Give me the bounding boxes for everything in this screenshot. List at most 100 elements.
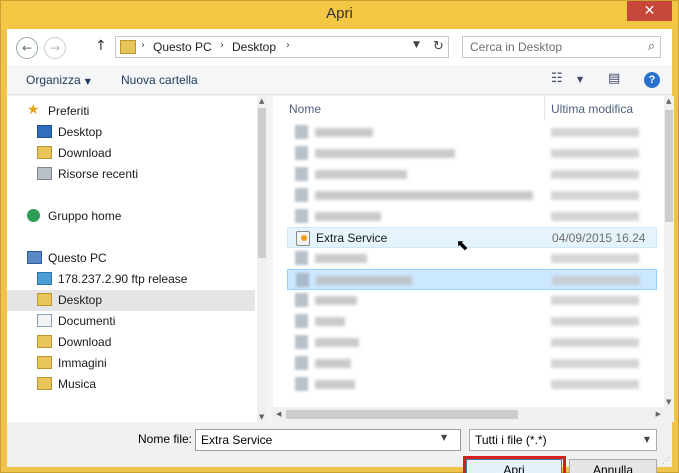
nav-item-label: Desktop: [58, 293, 103, 307]
nav-item-download-fav[interactable]: Download: [7, 143, 255, 164]
desktop-icon: [37, 125, 52, 138]
nav-item-ftp-release[interactable]: 178.237.2.90 ftp release: [7, 269, 255, 290]
scrollbar-thumb[interactable]: [665, 110, 673, 222]
breadcrumb-questo-pc[interactable]: Questo PC: [153, 40, 212, 54]
breadcrumb-separator[interactable]: ›: [220, 40, 224, 51]
breadcrumb-separator[interactable]: ›: [141, 40, 145, 51]
file-icon: [295, 251, 308, 265]
view-options-icon[interactable]: ☷: [551, 71, 563, 86]
star-icon: ★: [27, 102, 40, 118]
folder-icon: [37, 293, 52, 306]
back-button[interactable]: ←: [16, 37, 38, 59]
pictures-icon: [37, 356, 52, 369]
breadcrumb-separator[interactable]: ›: [286, 40, 290, 51]
file-row[interactable]: [287, 374, 657, 395]
open-dialog-window: Apri ✕ ← → ↑ › Questo PC › Desktop › ▼ ↻…: [0, 0, 679, 473]
navigation-scrollbar[interactable]: ▲ ▼: [257, 96, 267, 422]
file-row[interactable]: [287, 248, 657, 269]
new-folder-button[interactable]: Nuova cartella: [121, 73, 198, 87]
file-icon: [295, 377, 308, 391]
recent-icon: [37, 167, 52, 180]
nav-item-immagini[interactable]: Immagini: [7, 353, 255, 374]
file-row[interactable]: [287, 353, 657, 374]
address-row: ← → ↑ › Questo PC › Desktop › ▼ ↻ Cerca …: [7, 29, 672, 65]
scroll-up-icon[interactable]: ▲: [666, 97, 671, 105]
file-list-horizontal-scrollbar[interactable]: ◀ ▶: [273, 407, 664, 422]
file-list-vertical-scrollbar[interactable]: ▲ ▼: [664, 96, 674, 422]
file-row[interactable]: [287, 164, 657, 185]
filename-dropdown-icon[interactable]: ▼: [441, 433, 447, 442]
file-name-redacted: [315, 191, 533, 200]
column-header-date[interactable]: Ultima modifica: [544, 96, 654, 120]
help-icon[interactable]: ?: [644, 72, 660, 88]
preview-pane-icon[interactable]: ▤: [608, 71, 620, 86]
view-dropdown-icon[interactable]: ▼: [577, 75, 583, 84]
file-name-redacted: [315, 212, 381, 221]
nav-item-download[interactable]: Download: [7, 332, 255, 353]
nav-item-label: Gruppo home: [48, 209, 122, 223]
nav-item-musica[interactable]: Musica: [7, 374, 255, 395]
folder-icon: [37, 335, 52, 348]
scrollbar-thumb[interactable]: [286, 410, 518, 419]
up-button[interactable]: ↑: [95, 38, 107, 54]
file-name-redacted: [315, 128, 373, 137]
dialog-client-area: ← → ↑ › Questo PC › Desktop › ▼ ↻ Cerca …: [7, 29, 674, 473]
file-icon: [295, 125, 308, 139]
file-date-redacted: [551, 212, 639, 221]
open-button[interactable]: Apri: [466, 459, 562, 473]
file-type-select[interactable]: Tutti i file (*.*) ▼: [469, 429, 657, 451]
nav-item-risorse-recenti[interactable]: Risorse recenti: [7, 164, 255, 185]
file-name-redacted: [315, 380, 355, 389]
file-row[interactable]: [287, 143, 657, 164]
nav-item-gruppo-home[interactable]: Gruppo home: [7, 206, 255, 227]
nav-item-label: Musica: [58, 377, 97, 391]
scroll-down-icon[interactable]: ▼: [259, 413, 264, 421]
filename-label: Nome file:: [138, 432, 193, 446]
folder-icon: [37, 146, 52, 159]
address-dropdown-icon[interactable]: ▼: [413, 40, 420, 50]
cancel-button[interactable]: Annulla: [569, 459, 657, 473]
nav-item-questo-pc[interactable]: Questo PC: [7, 248, 255, 269]
organize-menu-button[interactable]: Organizza ▼: [26, 73, 91, 87]
file-row-selected[interactable]: [287, 269, 657, 290]
window-title: Apri: [326, 5, 353, 22]
file-icon: [296, 273, 309, 287]
file-date-redacted: [551, 359, 639, 368]
refresh-icon[interactable]: ↻: [433, 39, 444, 54]
chevron-down-icon: ▼: [643, 435, 650, 444]
file-date-redacted: [551, 128, 639, 137]
nav-item-desktop[interactable]: Desktop: [7, 290, 255, 311]
nav-item-preferiti[interactable]: ★ Preferiti: [7, 101, 255, 122]
search-icon[interactable]: ⌕: [648, 39, 655, 54]
address-bar[interactable]: › Questo PC › Desktop › ▼ ↻: [115, 36, 449, 58]
nav-item-label: Immagini: [58, 356, 107, 370]
file-row-extra-service[interactable]: Extra Service 04/09/2015 16.24 ⬉: [287, 227, 657, 254]
scroll-right-icon[interactable]: ▶: [656, 410, 661, 418]
scrollbar-thumb[interactable]: [258, 108, 266, 258]
file-row[interactable]: [287, 122, 657, 143]
breadcrumb-desktop[interactable]: Desktop: [232, 40, 276, 54]
forward-button[interactable]: →: [44, 37, 66, 59]
close-button[interactable]: ✕: [627, 1, 672, 21]
file-icon: [295, 167, 308, 181]
file-row[interactable]: [287, 185, 657, 206]
nav-item-desktop-fav[interactable]: Desktop: [7, 122, 255, 143]
scroll-up-icon[interactable]: ▲: [259, 97, 264, 105]
file-row[interactable]: [287, 290, 657, 311]
organize-label: Organizza: [26, 73, 81, 87]
scroll-left-icon[interactable]: ◀: [276, 410, 281, 418]
chevron-down-icon: ▼: [84, 77, 91, 86]
title-bar[interactable]: Apri ✕: [1, 1, 678, 29]
scroll-down-icon[interactable]: ▼: [666, 398, 671, 406]
file-row[interactable]: [287, 206, 657, 227]
nav-item-documenti[interactable]: Documenti: [7, 311, 255, 332]
column-header-name[interactable]: Nome: [289, 96, 539, 120]
search-input[interactable]: Cerca in Desktop ⌕: [462, 36, 661, 58]
resize-grip-icon[interactable]: ⋰: [662, 456, 670, 465]
filename-input[interactable]: Extra Service: [195, 429, 461, 451]
nav-item-label: Questo PC: [48, 251, 107, 265]
command-toolbar: Organizza ▼ Nuova cartella ☷ ▼ ▤ ?: [7, 65, 672, 95]
file-row[interactable]: [287, 311, 657, 332]
file-row[interactable]: [287, 332, 657, 353]
file-name-redacted: [315, 338, 359, 347]
